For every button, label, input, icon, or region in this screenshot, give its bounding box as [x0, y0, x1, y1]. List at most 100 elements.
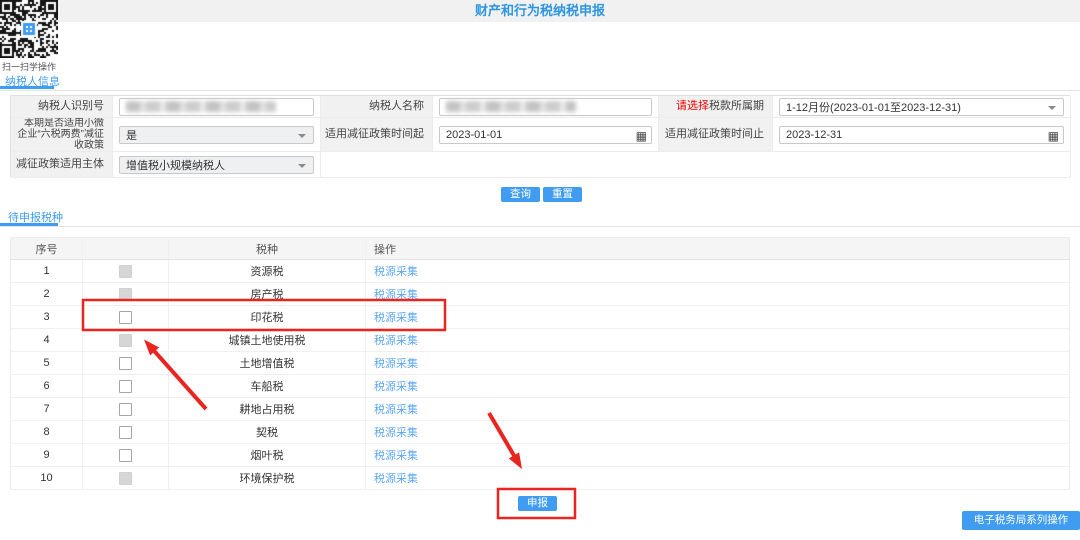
action-cell: 税源采集: [366, 421, 1069, 443]
taxpayer-id-cell: [113, 96, 321, 118]
tax-select-checkbox[interactable]: [119, 403, 132, 416]
tax-source-collect-link[interactable]: 税源采集: [374, 401, 418, 417]
tax-table-body: 1资源税税源采集2房产税税源采集3印花税税源采集4城镇土地使用税税源采集5土地增…: [11, 260, 1069, 490]
checkbox-cell: [83, 260, 169, 282]
row-number: 5: [11, 352, 83, 374]
checkbox-cell: [83, 283, 169, 305]
tax-select-checkbox[interactable]: [119, 426, 132, 439]
action-cell: 税源采集: [366, 283, 1069, 305]
tax-type-label: 土地增值税: [169, 352, 366, 374]
table-header-row: 序号 税种 操作: [11, 238, 1069, 260]
reduce-end-label: 适用减征政策时间止: [659, 118, 773, 152]
tax-select-checkbox: [119, 472, 132, 485]
tax-type-label: 资源税: [169, 260, 366, 282]
action-cell: 税源采集: [366, 306, 1069, 328]
tax-source-collect-link[interactable]: 税源采集: [374, 309, 418, 325]
form-empty-cell: [321, 152, 1071, 178]
tax-select-checkbox: [119, 288, 132, 301]
policy-subject-select[interactable]: 增值税小规模纳税人: [119, 156, 314, 174]
table-row: 10环境保护税税源采集: [11, 467, 1069, 490]
calendar-icon[interactable]: ▦: [1048, 128, 1059, 144]
micro-policy-select[interactable]: 是: [119, 126, 314, 144]
tax-period-select[interactable]: 1-12月份(2023-01-01至2023-12-31): [779, 98, 1064, 116]
tax-type-label: 契税: [169, 421, 366, 443]
micro-policy-cell: 是: [113, 118, 321, 152]
reduce-start-date-input[interactable]: 2023-01-01 ▦: [439, 126, 652, 144]
reduce-end-date-input[interactable]: 2023-12-31 ▦: [779, 126, 1064, 144]
action-cell: 税源采集: [366, 375, 1069, 397]
declare-button[interactable]: 申报: [518, 496, 557, 511]
tax-select-checkbox[interactable]: [119, 449, 132, 462]
tax-select-checkbox[interactable]: [119, 357, 132, 370]
checkbox-cell: [83, 444, 169, 466]
tax-type-label: 烟叶税: [169, 444, 366, 466]
taxpayer-name-masked-value: [446, 101, 576, 112]
reset-button[interactable]: 重置: [543, 187, 582, 202]
tax-period-label-text: 税款所属期: [709, 101, 764, 112]
tax-period-label: 请选择税款所属期: [659, 96, 773, 118]
tax-select-checkbox[interactable]: [119, 380, 132, 393]
header-checkbox: [83, 238, 169, 259]
checkbox-cell: [83, 375, 169, 397]
taxpayer-id-input[interactable]: [119, 98, 314, 116]
reduce-start-value: 2023-01-01: [446, 129, 502, 141]
property-behavior-tax-page: 财产和行为税纳税申报 扫一扫学操作 纳税人信息 纳税人识别号 纳税人名称 请选择…: [0, 0, 1080, 540]
checkbox-cell: [83, 398, 169, 420]
tax-source-collect-link[interactable]: 税源采集: [374, 355, 418, 371]
header-no: 序号: [11, 238, 83, 259]
row-number: 9: [11, 444, 83, 466]
table-row: 6车船税税源采集: [11, 375, 1069, 398]
tab-taxpayer-info-underline: [0, 86, 54, 89]
taxpayer-id-label: 纳税人识别号: [11, 96, 113, 118]
checkbox-cell: [83, 329, 169, 351]
action-cell: 税源采集: [366, 467, 1069, 489]
row-number: 2: [11, 283, 83, 305]
taxpayer-name-input[interactable]: [439, 98, 652, 116]
tax-source-collect-link[interactable]: 税源采集: [374, 378, 418, 394]
action-cell: 税源采集: [366, 260, 1069, 282]
tax-source-collect-link[interactable]: 税源采集: [374, 332, 418, 348]
action-cell: 税源采集: [366, 398, 1069, 420]
chevron-down-icon: [1048, 106, 1056, 110]
micro-policy-value: 是: [126, 127, 137, 143]
calendar-icon[interactable]: ▦: [636, 128, 647, 144]
tax-source-collect-link[interactable]: 税源采集: [374, 263, 418, 279]
tax-source-collect-link[interactable]: 税源采集: [374, 424, 418, 440]
policy-subject-cell: 增值税小规模纳税人: [113, 152, 321, 178]
tax-select-checkbox[interactable]: [119, 311, 132, 324]
tax-source-collect-link[interactable]: 税源采集: [374, 286, 418, 302]
row-number: 3: [11, 306, 83, 328]
micro-policy-label: 本期是否适用小微企业“六税两费”减征收政策: [11, 118, 113, 152]
row-number: 1: [11, 260, 83, 282]
chevron-down-icon: [298, 134, 306, 138]
reduce-end-value: 2023-12-31: [786, 129, 842, 141]
reduce-start-label: 适用减征政策时间起: [321, 118, 433, 152]
header-action: 操作: [366, 238, 1069, 259]
table-row: 2 房产税税源采集: [11, 283, 1069, 306]
qr-code: [0, 0, 58, 58]
tax-type-label: 印花税: [169, 306, 366, 328]
tax-type-label: 房产税: [169, 283, 366, 305]
tax-period-value: 1-12月份(2023-01-01至2023-12-31): [786, 99, 961, 115]
tax-period-cell: 1-12月份(2023-01-01至2023-12-31): [773, 96, 1071, 118]
action-cell: 税源采集: [366, 352, 1069, 374]
row-number: 6: [11, 375, 83, 397]
query-button[interactable]: 查询: [501, 187, 540, 202]
checkbox-cell: [83, 421, 169, 443]
tax-period-label-required: 请选择: [676, 101, 709, 112]
policy-subject-value: 增值税小规模纳税人: [126, 157, 225, 173]
tax-source-collect-link[interactable]: 税源采集: [374, 447, 418, 463]
tax-select-checkbox: [119, 334, 132, 347]
table-row: 3 印花税税源采集: [11, 306, 1069, 329]
table-row: 5 土地增值税税源采集: [11, 352, 1069, 375]
video-tutorial-button[interactable]: 电子税务局系列操作讲解视频: [962, 511, 1080, 530]
tax-source-collect-link[interactable]: 税源采集: [374, 470, 418, 486]
row-number: 7: [11, 398, 83, 420]
taxpayer-info-form: 纳税人识别号 纳税人名称 请选择税款所属期 1-12月份(2023-01-01至…: [10, 95, 1070, 177]
table-row: 9 烟叶税税源采集: [11, 444, 1069, 467]
taxpayer-id-masked-value: [126, 101, 276, 112]
qr-caption: 扫一扫学操作: [2, 60, 56, 73]
taxpayer-name-label: 纳税人名称: [321, 96, 433, 118]
page-title: 财产和行为税纳税申报: [0, 0, 1080, 22]
checkbox-cell: [83, 352, 169, 374]
